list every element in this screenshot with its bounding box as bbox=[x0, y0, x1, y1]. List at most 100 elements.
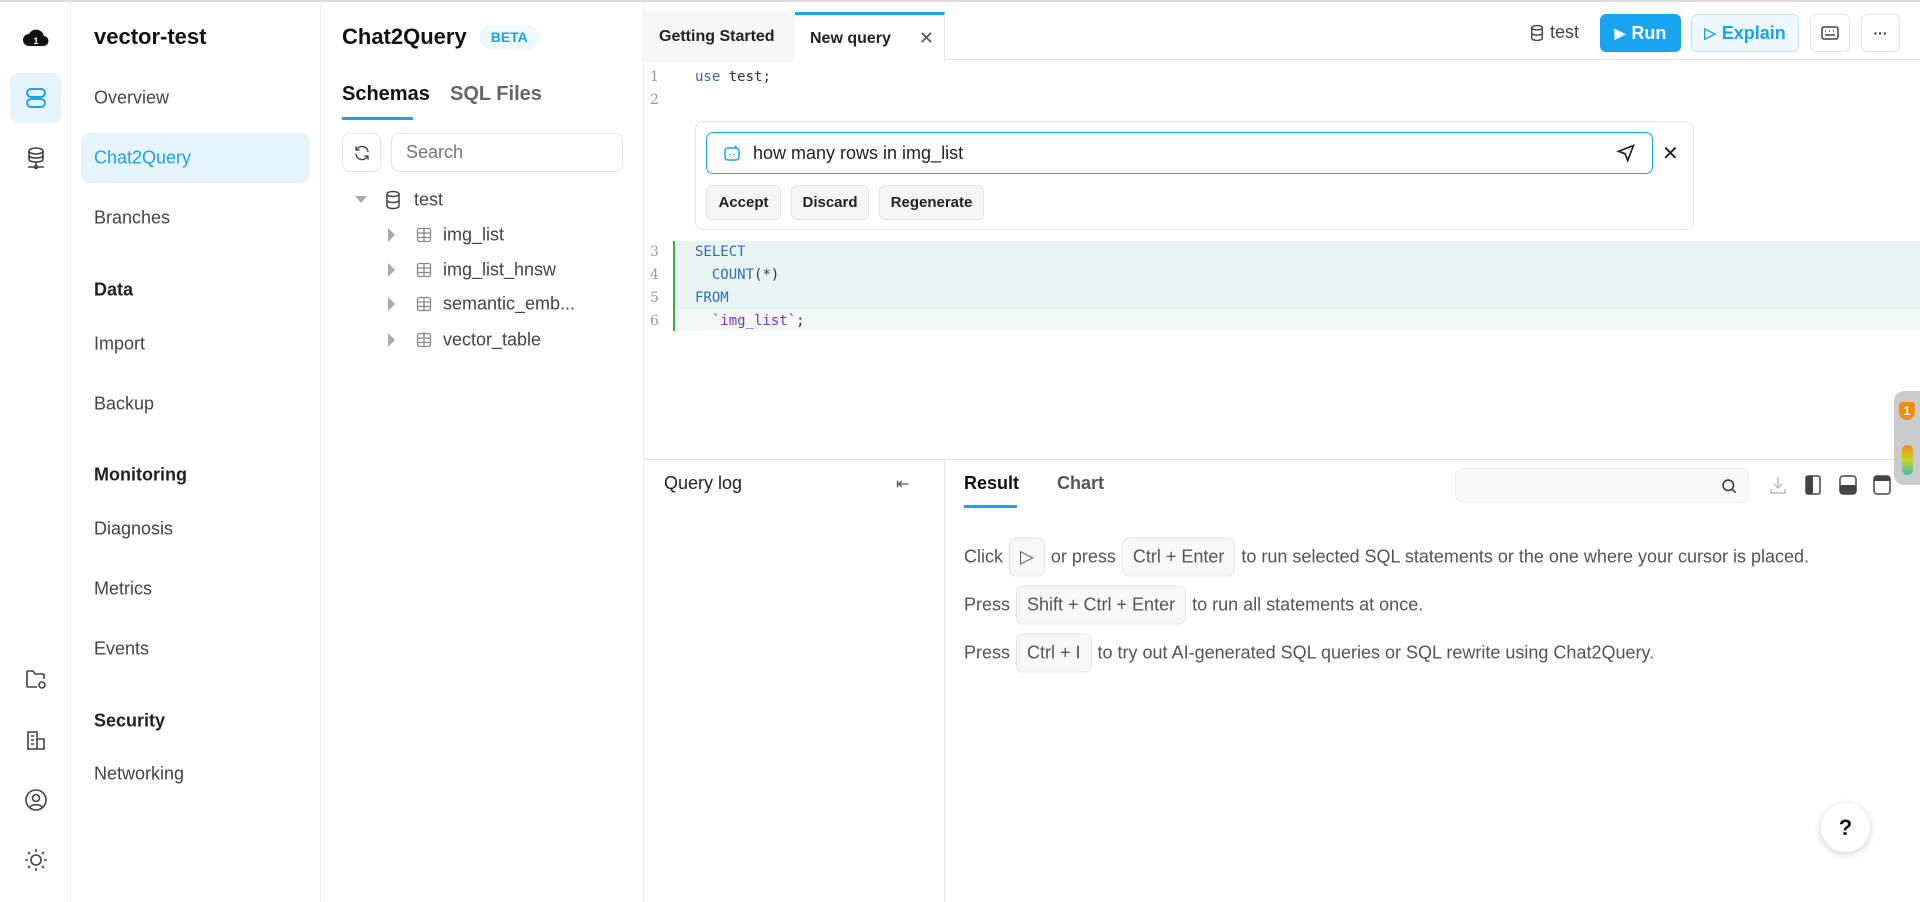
layout-bottom-icon[interactable] bbox=[1839, 475, 1857, 495]
table-icon bbox=[416, 332, 432, 348]
explain-button[interactable]: ▷ Explain bbox=[1691, 14, 1799, 52]
floating-extension-widget[interactable]: 1 bbox=[1894, 391, 1920, 485]
code-line: `img_list`; bbox=[695, 313, 805, 329]
result-tab-underline bbox=[964, 505, 1017, 508]
keyboard-shortcuts-button[interactable] bbox=[1810, 14, 1850, 52]
sql-identifier: `img_list` bbox=[695, 313, 797, 329]
kbd-shift-ctrl-enter: Shift + Ctrl + Enter bbox=[1016, 585, 1187, 625]
nav-item-events[interactable]: Events bbox=[94, 639, 149, 660]
close-chat-icon[interactable]: ✕ bbox=[1662, 141, 1679, 166]
tab-chart[interactable]: Chart bbox=[1057, 473, 1104, 494]
help-text: to run selected SQL statements or the on… bbox=[1241, 546, 1810, 567]
kbd-ctrl-i: Ctrl + I bbox=[1016, 633, 1092, 673]
nav-item-overview[interactable]: Overview bbox=[94, 88, 169, 109]
caret-right-icon[interactable] bbox=[387, 333, 395, 347]
help-text: Click bbox=[964, 546, 1003, 567]
accept-button[interactable]: Accept bbox=[706, 185, 781, 220]
folder-settings-icon[interactable] bbox=[10, 654, 61, 704]
cloud-logo-icon[interactable]: 1 bbox=[10, 12, 61, 62]
sql-keyword: FROM bbox=[695, 290, 729, 306]
nav-heading-data: Data bbox=[94, 279, 134, 300]
query-log-title: Query log bbox=[664, 473, 743, 493]
database-name: test bbox=[1550, 22, 1580, 42]
sql-keyword: SELECT bbox=[695, 244, 746, 260]
nav-item-metrics[interactable]: Metrics bbox=[94, 579, 152, 600]
table-name: vector_table bbox=[443, 329, 542, 350]
svg-text:1: 1 bbox=[33, 36, 38, 46]
table-icon bbox=[416, 296, 432, 312]
icon-rail: 1 bbox=[0, 0, 71, 902]
code-line: COUNT(*) bbox=[695, 267, 779, 283]
tab-sql-files[interactable]: SQL Files bbox=[450, 83, 542, 106]
line-number: 1 bbox=[650, 69, 659, 85]
nav-item-backup[interactable]: Backup bbox=[94, 394, 154, 415]
nav-item-import[interactable]: Import bbox=[94, 334, 145, 355]
discard-button[interactable]: Discard bbox=[791, 185, 869, 220]
table-icon bbox=[416, 262, 432, 278]
refresh-button[interactable] bbox=[342, 133, 381, 172]
database-network-icon[interactable] bbox=[10, 133, 61, 183]
database-selector[interactable]: test bbox=[1530, 22, 1579, 43]
user-icon[interactable] bbox=[10, 775, 61, 825]
nav-heading-monitoring: Monitoring bbox=[94, 464, 187, 485]
regenerate-button[interactable]: Regenerate bbox=[879, 185, 984, 220]
caret-right-icon[interactable] bbox=[387, 297, 395, 311]
organization-icon[interactable] bbox=[10, 715, 61, 765]
download-icon[interactable] bbox=[1769, 475, 1787, 495]
more-options-button[interactable]: ··· bbox=[1861, 14, 1900, 52]
send-icon[interactable] bbox=[1616, 143, 1636, 163]
sql-keyword: use bbox=[695, 69, 721, 85]
search-icon bbox=[1722, 479, 1737, 494]
schema-search-input[interactable] bbox=[391, 133, 623, 172]
tab-getting-started[interactable]: Getting Started bbox=[644, 12, 795, 62]
clusters-icon[interactable] bbox=[10, 73, 61, 123]
line-number: 6 bbox=[650, 313, 659, 329]
code-line: SELECT bbox=[695, 244, 746, 260]
shield-badge-icon: 1 bbox=[1899, 402, 1915, 420]
panel-title: Chat2Query bbox=[342, 24, 467, 49]
caret-right-icon[interactable] bbox=[387, 228, 395, 242]
caret-down-icon[interactable] bbox=[355, 195, 367, 205]
tab-schemas[interactable]: Schemas bbox=[342, 83, 430, 106]
help-text: Press bbox=[964, 642, 1011, 663]
keyboard-icon bbox=[1821, 26, 1839, 40]
split-divider[interactable] bbox=[644, 459, 1920, 460]
run-hint-button: ▷ bbox=[1009, 537, 1045, 577]
close-tab-icon[interactable]: ✕ bbox=[919, 28, 934, 49]
help-button[interactable]: ? bbox=[1821, 803, 1870, 852]
sql-text: test; bbox=[720, 69, 771, 85]
editor-tabbar: Getting Started New query ✕ test ▶ Run ▷ Ex… bbox=[644, 0, 1920, 62]
caret-right-icon[interactable] bbox=[387, 263, 395, 277]
layout-top-icon[interactable] bbox=[1873, 475, 1891, 495]
nav-item-networking[interactable]: Networking bbox=[94, 764, 184, 785]
table-name: semantic_emb... bbox=[443, 293, 576, 314]
tab-result[interactable]: Result bbox=[964, 473, 1019, 494]
database-icon bbox=[386, 190, 400, 210]
beta-badge: BETA bbox=[478, 25, 540, 49]
layout-left-icon[interactable] bbox=[1805, 475, 1821, 495]
line-number: 3 bbox=[650, 244, 659, 260]
play-outline-icon: ▷ bbox=[1704, 25, 1716, 42]
table-name: img_list bbox=[443, 224, 505, 245]
collapse-log-icon[interactable]: ⇤ bbox=[896, 474, 909, 494]
diff-marker bbox=[673, 241, 675, 331]
code-line: use test; bbox=[695, 69, 771, 85]
nav-item-diagnosis[interactable]: Diagnosis bbox=[94, 519, 173, 540]
run-button[interactable]: ▶ Run bbox=[1600, 14, 1681, 52]
tab-underline bbox=[342, 117, 413, 120]
badge-count: 1 bbox=[1903, 404, 1911, 418]
tab-new-query[interactable]: New query ✕ bbox=[795, 12, 945, 62]
theme-sun-icon[interactable] bbox=[10, 835, 61, 885]
database-icon bbox=[1531, 24, 1543, 41]
nav-item-branches[interactable]: Branches bbox=[94, 208, 170, 229]
help-line-run: Click ▷ or press Ctrl + Enter to run selecte… bbox=[964, 537, 1810, 577]
run-label: Run bbox=[1631, 22, 1667, 43]
help-text: to run all statements at once. bbox=[1192, 594, 1424, 615]
more-icon: ··· bbox=[1873, 25, 1888, 41]
tab-label: New query bbox=[810, 29, 891, 47]
chat-prompt-input[interactable]: how many rows in img_list bbox=[706, 132, 1653, 174]
cluster-title: vector-test bbox=[94, 24, 207, 49]
database-node[interactable]: test bbox=[414, 190, 443, 211]
nav-item-chat2query[interactable]: Chat2Query bbox=[94, 148, 191, 169]
result-search-input[interactable] bbox=[1455, 468, 1749, 503]
